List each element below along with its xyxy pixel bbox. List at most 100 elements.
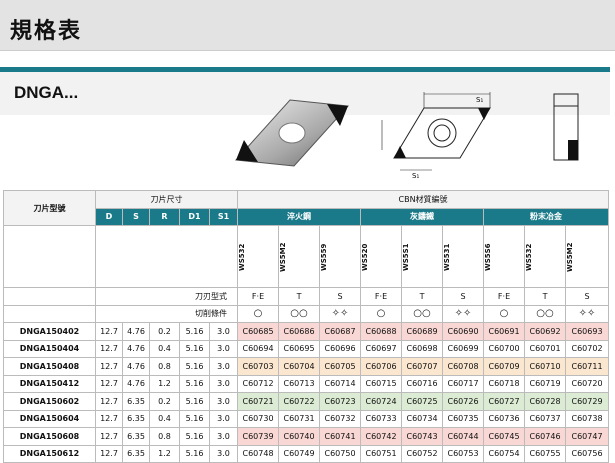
insert-model: DNGA150412 [3, 374, 96, 393]
catalog-number: C60689 [401, 322, 444, 341]
catalog-number: C60722 [278, 392, 321, 411]
grade-text: WS531 [443, 242, 452, 271]
catalog-number: C60725 [401, 392, 444, 411]
catalog-number: C60752 [401, 444, 444, 463]
cutting-symbol: ○○ [524, 304, 567, 323]
header-cbn: CBN材質編號 [237, 190, 610, 209]
catalog-number: C60734 [401, 409, 444, 428]
dim-r: 0.2 [149, 392, 180, 411]
group-powder-metal: 粉末冶金 [483, 207, 610, 226]
catalog-number: C60728 [524, 392, 567, 411]
catalog-number: C60718 [483, 374, 526, 393]
table-row: DNGA150404 12.7 4.76 0.4 5.16 3.0 C60694 C60695… [3, 339, 610, 358]
s1-label-bottom: S₁ [412, 172, 419, 180]
insert-photo [234, 99, 350, 167]
dim-s1: 3.0 [208, 357, 239, 376]
catalog-number: C60687 [319, 322, 362, 341]
catalog-number: C60745 [483, 427, 526, 446]
edge-form-cell: S [319, 287, 362, 306]
title-bar: 規格表 [0, 0, 615, 51]
edge-form-cell: F·E [360, 287, 403, 306]
catalog-number: C60710 [524, 357, 567, 376]
dim-s: 6.35 [122, 409, 150, 428]
catalog-number: C60735 [442, 409, 485, 428]
grade-cell: WS559 [319, 225, 362, 288]
dim-s: 4.76 [122, 339, 150, 358]
grade-spacer [3, 225, 96, 288]
dim-s1: 3.0 [208, 374, 239, 393]
edge-form-cell: T [401, 287, 444, 306]
dim-d: 12.7 [95, 409, 123, 428]
cutting-symbol: ✧✧ [565, 304, 610, 323]
dim-d: 12.7 [95, 322, 123, 341]
catalog-number: C60700 [483, 339, 526, 358]
catalog-number: C60693 [565, 322, 610, 341]
catalog-number: C60703 [237, 357, 280, 376]
dim-r: 0.8 [149, 427, 180, 446]
grade-text: WS5S1 [402, 242, 411, 271]
catalog-number: C60754 [483, 444, 526, 463]
table-row: DNGA150412 12.7 4.76 1.2 5.16 3.0 C60712 C60713… [3, 374, 610, 393]
table-row: DNGA150604 12.7 6.35 0.4 5.16 3.0 C60730 C60731… [3, 409, 610, 428]
grade-spacer-size [94, 225, 239, 288]
dim-s: 6.35 [122, 427, 150, 446]
cutting-symbol: ○○ [278, 304, 321, 323]
catalog-number: C60730 [237, 409, 280, 428]
edge-form-cell: F·E [483, 287, 526, 306]
table-row: DNGA150408 12.7 4.76 0.8 5.16 3.0 C60703 C60704… [3, 357, 610, 376]
dim-d: 12.7 [95, 374, 123, 393]
catalog-number: C60749 [278, 444, 321, 463]
edge-spacer [3, 287, 96, 306]
spec-table: 刀片型號 刀片尺寸 CBN材質編號 D S R D1 S1 淬火鋼 灰鑄鐵 粉末… [3, 190, 610, 463]
grade-text: WS5S6 [484, 242, 493, 271]
catalog-number: C60694 [237, 339, 280, 358]
dim-r: 0.4 [149, 409, 180, 428]
dim-s1: 3.0 [208, 392, 239, 411]
catalog-number: C60709 [483, 357, 526, 376]
catalog-number: C60714 [319, 374, 362, 393]
dim-d1: 5.16 [179, 392, 210, 411]
catalog-number: C60696 [319, 339, 362, 358]
dim-r: 0.2 [149, 322, 180, 341]
group-gray-iron: 灰鑄鐵 [360, 207, 485, 226]
dim-s: 4.76 [122, 374, 150, 393]
catalog-number: C60742 [360, 427, 403, 446]
edge-form-cell: F·E [237, 287, 280, 306]
dim-r: 1.2 [149, 444, 180, 463]
catalog-number: C60736 [483, 409, 526, 428]
catalog-number: C60712 [237, 374, 280, 393]
dim-s1: 3.0 [208, 427, 239, 446]
catalog-number: C60723 [319, 392, 362, 411]
catalog-number: C60724 [360, 392, 403, 411]
dim-s1: 3.0 [208, 444, 239, 463]
catalog-number: C60715 [360, 374, 403, 393]
catalog-number: C60695 [278, 339, 321, 358]
grade-cell: WS5M2 [278, 225, 321, 288]
dim-r: 0.4 [149, 339, 180, 358]
insert-model: DNGA150602 [3, 392, 96, 411]
header-s: S [122, 207, 150, 226]
edge-form-cell: T [524, 287, 567, 306]
catalog-number: C60748 [237, 444, 280, 463]
catalog-number: C60756 [565, 444, 610, 463]
catalog-number: C60690 [442, 322, 485, 341]
catalog-number: C60727 [483, 392, 526, 411]
dim-s: 4.76 [122, 322, 150, 341]
dim-d1: 5.16 [179, 339, 210, 358]
catalog-number: C60733 [360, 409, 403, 428]
catalog-number: C60704 [278, 357, 321, 376]
catalog-number: C60698 [401, 339, 444, 358]
catalog-number: C60717 [442, 374, 485, 393]
cutting-symbol: ○ [360, 304, 403, 323]
grade-text: WS532 [238, 242, 247, 271]
grade-text: WS559 [320, 242, 329, 271]
insert-model: DNGA150608 [3, 427, 96, 446]
dim-d1: 5.16 [179, 322, 210, 341]
dim-s1: 3.0 [208, 322, 239, 341]
catalog-number: C60741 [319, 427, 362, 446]
dim-d: 12.7 [95, 392, 123, 411]
insert-side-view [553, 93, 579, 161]
cutting-symbol: ○ [237, 304, 280, 323]
catalog-number: C60713 [278, 374, 321, 393]
catalog-number: C60726 [442, 392, 485, 411]
